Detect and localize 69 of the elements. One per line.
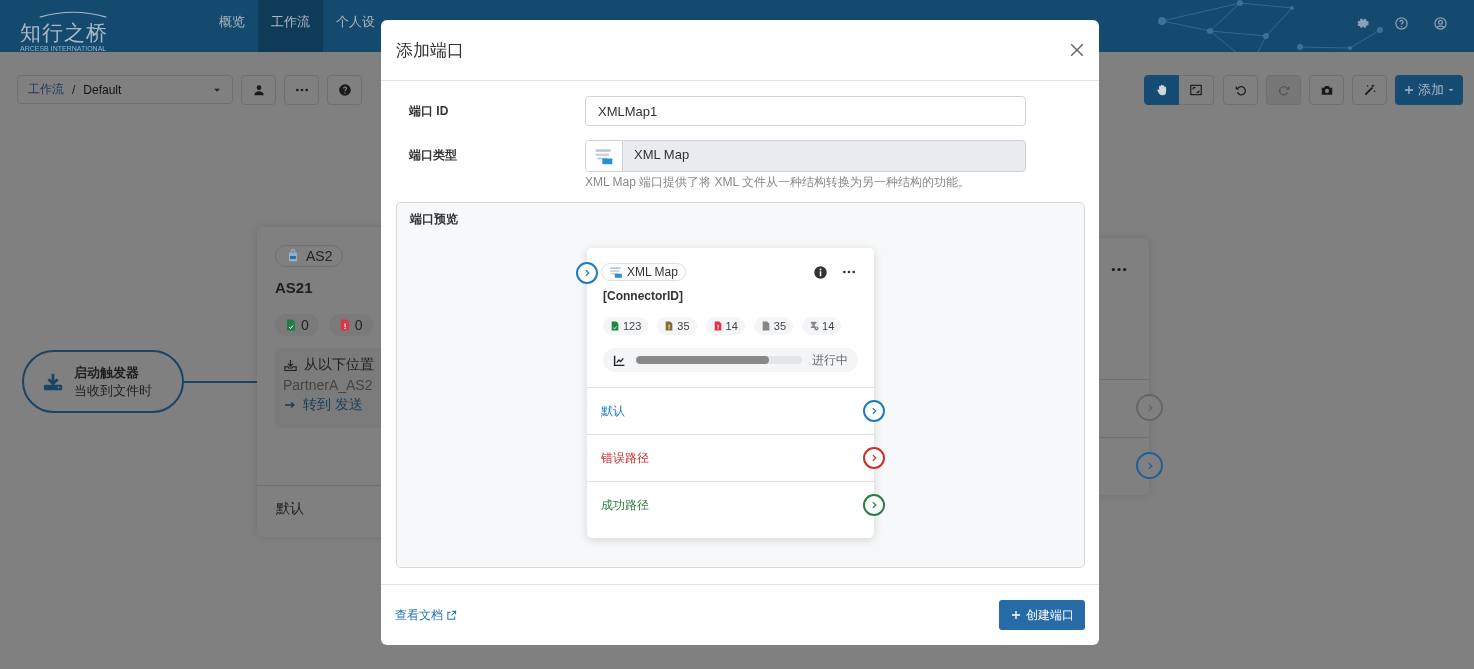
- help-icon: [337, 82, 352, 97]
- settings-icon[interactable]: [1355, 16, 1370, 31]
- map-icon: [609, 265, 623, 279]
- logo-text: 知行之桥: [20, 21, 108, 45]
- inbox-icon: [283, 357, 298, 373]
- trigger-node[interactable]: 启动触发器 当收到文件时: [22, 350, 184, 413]
- port-handle[interactable]: [863, 400, 885, 422]
- field-label: 端口 ID: [408, 103, 450, 120]
- fit-button[interactable]: [1179, 74, 1214, 105]
- external-link-icon: [446, 609, 457, 621]
- port-handle[interactable]: [863, 494, 885, 516]
- field-label: 端口类型: [408, 147, 458, 164]
- pan-button[interactable]: [1144, 74, 1179, 105]
- undo-button[interactable]: [1223, 74, 1258, 105]
- count-pill: 0: [275, 314, 319, 336]
- count-pill: 0: [328, 314, 373, 336]
- docs-link[interactable]: 查看文档: [395, 606, 457, 624]
- plus-icon: [1010, 609, 1022, 621]
- count-pill: 14: [705, 317, 745, 335]
- breadcrumb-current: Default: [83, 82, 123, 97]
- breadcrumb-link[interactable]: 工作流: [28, 81, 64, 98]
- preview-label: 端口预览: [409, 211, 459, 228]
- breadcrumb-separator: /: [72, 82, 76, 97]
- input-field[interactable]: XMLMap1: [585, 96, 1026, 126]
- account-icon[interactable]: [1433, 16, 1448, 31]
- create-button[interactable]: 创建端口: [999, 600, 1085, 630]
- logo-arc-icon: [38, 11, 108, 18]
- info-icon[interactable]: [813, 264, 828, 280]
- wand-button[interactable]: [1352, 74, 1387, 105]
- more-icon: [294, 87, 309, 92]
- receive-value: PartnerA_AS2: [283, 377, 374, 393]
- magic-wand-icon: [1362, 82, 1377, 97]
- more-icon: [1111, 267, 1127, 272]
- dialog-title: 添加端口: [396, 39, 464, 62]
- camera-button[interactable]: [1309, 74, 1344, 105]
- breadcrumb-dropdown[interactable]: 工作流 / Default: [17, 75, 233, 104]
- chart-icon: [613, 353, 626, 367]
- port-handle[interactable]: [863, 447, 885, 469]
- count-pill: 123: [603, 317, 649, 335]
- user-icon: [251, 82, 266, 97]
- receive-label: 从以下位置: [304, 356, 374, 374]
- connector-name: AS21: [275, 279, 314, 296]
- help-button[interactable]: [327, 74, 362, 105]
- connector-name: [ConnectorID]: [602, 288, 684, 303]
- goto-link[interactable]: 转到 发送: [303, 396, 363, 414]
- lock-file-icon: [286, 249, 300, 263]
- trigger-title: 启动触发器: [74, 363, 140, 382]
- more-icon[interactable]: [842, 270, 856, 274]
- count-pill: 14: [802, 317, 842, 335]
- output-label: 成功路径: [601, 496, 649, 514]
- count-pill: 35: [753, 317, 794, 335]
- frame-icon: [1189, 82, 1203, 97]
- port-handle[interactable]: [576, 262, 598, 284]
- count-pill: 35: [657, 317, 697, 335]
- nav-tab[interactable]: 工作流: [258, 0, 323, 52]
- plus-icon: [1403, 83, 1415, 96]
- hand-icon: [1154, 82, 1169, 97]
- nav-tab[interactable]: 概览: [206, 0, 258, 52]
- output-label: 默认: [601, 402, 625, 420]
- help-text: XML Map 端口提供了将 XML 文件从一种结构转换为另一种结构的功能。: [585, 174, 972, 191]
- add-button[interactable]: 添加: [1395, 74, 1463, 105]
- status-text: 进行中: [812, 351, 848, 369]
- help-icon[interactable]: [1394, 16, 1409, 31]
- arrow-icon: [283, 399, 297, 411]
- type-field[interactable]: XML Map: [585, 140, 1026, 172]
- user-button[interactable]: [241, 74, 276, 105]
- output-label: 错误路径: [601, 449, 649, 467]
- trigger-subtitle: 当收到文件时: [74, 381, 152, 400]
- map-icon: [594, 146, 614, 166]
